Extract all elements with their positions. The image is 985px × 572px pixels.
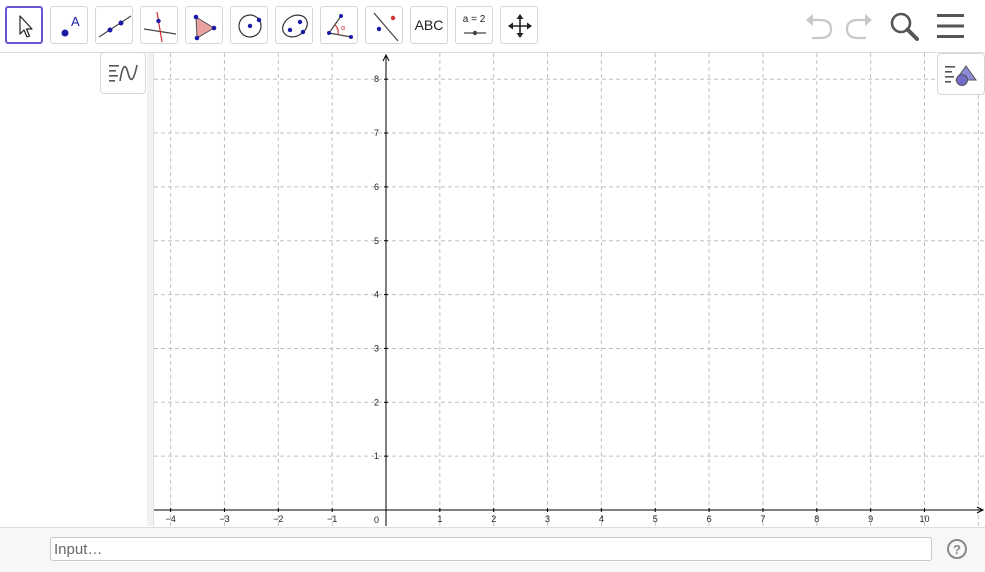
ellipse-tool-button[interactable] <box>275 6 313 44</box>
move-tool-button[interactable] <box>5 6 43 44</box>
y-tick-label: 1 <box>374 451 379 461</box>
move-graphics-view-tool-button[interactable] <box>500 6 538 44</box>
point-tool-button[interactable]: A <box>50 6 88 44</box>
reflect-tool-button[interactable] <box>365 6 403 44</box>
algebra-input-field[interactable] <box>50 537 932 561</box>
y-tick-label: 7 <box>374 128 379 138</box>
y-tick-label: 5 <box>374 236 379 246</box>
svg-text:α: α <box>341 25 345 32</box>
circle-tool-button[interactable] <box>230 6 268 44</box>
algebra-style-bar-toggle[interactable] <box>100 52 146 94</box>
redo-icon <box>840 14 876 48</box>
line-tool-button[interactable] <box>95 6 133 44</box>
search-button[interactable] <box>886 8 922 44</box>
x-tick-label: 5 <box>653 514 658 524</box>
search-icon <box>886 12 922 48</box>
view-splitter[interactable] <box>147 53 154 526</box>
y-tick-label: 4 <box>374 290 379 300</box>
algebra-view[interactable] <box>0 52 148 526</box>
grid-lines <box>154 53 985 526</box>
x-tick-label: −4 <box>165 514 175 524</box>
x-tick-label: 2 <box>491 514 496 524</box>
y-tick-label: 8 <box>374 74 379 84</box>
main-menu-button[interactable] <box>932 8 968 44</box>
text-tool-button[interactable]: ABC <box>410 6 448 44</box>
x-tick-label: 3 <box>545 514 550 524</box>
graphics-view[interactable]: −4 −3 −2 −1 0 1 2 3 4 5 6 7 8 9 10 1 2 3 4 5 6 7 8 <box>154 53 985 526</box>
text-tool-label: ABC <box>414 17 444 33</box>
algebra-style-bar-icon <box>101 64 145 97</box>
toolbar: A α ABC a = 2 <box>0 0 985 53</box>
y-tick-label: 3 <box>374 343 379 353</box>
x-tick-label: −2 <box>273 514 283 524</box>
x-tick-label: 9 <box>868 514 873 524</box>
help-icon: ? <box>953 541 961 557</box>
graphics-style-bar-toggle[interactable] <box>937 53 985 95</box>
redo-button[interactable] <box>840 8 876 44</box>
x-tick-label: 4 <box>599 514 604 524</box>
x-tick-label: 1 <box>437 514 442 524</box>
angle-tool-button[interactable]: α <box>320 6 358 44</box>
svg-text:A: A <box>71 14 80 29</box>
x-tick-label: 7 <box>760 514 765 524</box>
slider-tool-button[interactable]: a = 2 <box>455 6 493 44</box>
y-tick-label: 2 <box>374 397 379 407</box>
x-tick-label: 0 <box>374 515 379 525</box>
perpendicular-line-tool-button[interactable] <box>140 6 178 44</box>
y-tick-label: 6 <box>374 182 379 192</box>
hamburger-menu-icon <box>932 14 968 48</box>
undo-button[interactable] <box>802 8 838 44</box>
x-tick-label: 10 <box>919 514 929 524</box>
graphics-style-bar-icon <box>938 65 984 98</box>
x-tick-label: 6 <box>707 514 712 524</box>
x-tick-label: −3 <box>219 514 229 524</box>
polygon-tool-button[interactable] <box>185 6 223 44</box>
undo-icon <box>802 14 838 48</box>
input-bar: ? <box>0 527 985 572</box>
coordinate-plane[interactable]: −4 −3 −2 −1 0 1 2 3 4 5 6 7 8 9 10 1 2 3 4 5 6 7 8 <box>154 53 985 526</box>
x-tick-label: −1 <box>327 514 337 524</box>
help-button[interactable]: ? <box>947 539 967 559</box>
x-tick-label: 8 <box>814 514 819 524</box>
